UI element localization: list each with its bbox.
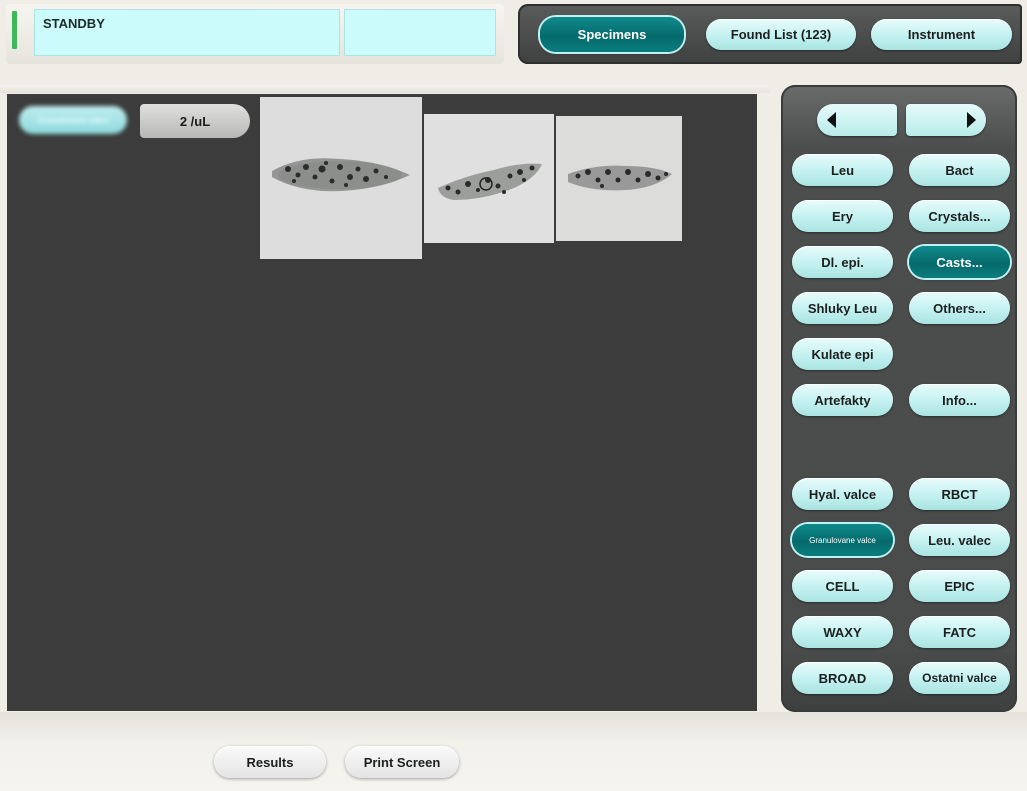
status-box-secondary: [344, 9, 496, 56]
category-button-casts[interactable]: Casts...: [909, 246, 1010, 278]
category-button-epic[interactable]: EPIC: [909, 570, 1010, 602]
category-button-broad[interactable]: BROAD: [792, 662, 893, 694]
category-button-rbct[interactable]: RBCT: [909, 478, 1010, 510]
granular-cast-image: [424, 114, 554, 243]
tab-found-list[interactable]: Found List (123): [706, 19, 856, 50]
category-button-ery[interactable]: Ery: [792, 200, 893, 232]
category-button-bact[interactable]: Bact: [909, 154, 1010, 186]
category-button-ostatni-valce[interactable]: Ostatni valce: [909, 662, 1010, 694]
specimen-image[interactable]: [556, 116, 682, 241]
category-button-hyal-valce[interactable]: Hyal. valce: [792, 478, 893, 510]
tab-specimens[interactable]: Specimens: [540, 17, 684, 52]
viewer-header-strip: [0, 85, 770, 93]
status-indicator: [12, 11, 17, 49]
category-button-cell[interactable]: CELL: [792, 570, 893, 602]
tab-instrument[interactable]: Instrument: [871, 19, 1012, 50]
category-button-artefakty[interactable]: Artefakty: [792, 384, 893, 416]
info-button[interactable]: Info...: [909, 384, 1010, 416]
category-button-crystals[interactable]: Crystals...: [909, 200, 1010, 232]
specimen-image[interactable]: [424, 114, 554, 243]
category-button-others[interactable]: Others...: [909, 292, 1010, 324]
granular-cast-image: [260, 97, 422, 259]
granular-cast-image: [556, 116, 682, 241]
category-button-shluky-leu[interactable]: Shluky Leu: [792, 292, 893, 324]
category-label: Granulovane valce: [19, 106, 127, 134]
specimen-image[interactable]: [260, 97, 422, 259]
next-page-button[interactable]: [906, 104, 986, 136]
category-button-waxy[interactable]: WAXY: [792, 616, 893, 648]
bottom-bar: [0, 712, 1027, 791]
arrow-right-icon: [967, 112, 976, 128]
category-button-granulovane-valce[interactable]: Granulovane valce: [792, 524, 893, 556]
status-text: STANDBY: [43, 16, 105, 31]
status-box: STANDBY: [34, 9, 340, 56]
category-button-fatc[interactable]: FATC: [909, 616, 1010, 648]
category-button-leu-valec[interactable]: Leu. valec: [909, 524, 1010, 556]
print-screen-button[interactable]: Print Screen: [345, 746, 459, 778]
arrow-left-icon: [827, 112, 836, 128]
concentration-value: 2 /uL: [140, 104, 250, 138]
prev-page-button[interactable]: [817, 104, 897, 136]
category-button-dl-epi[interactable]: Dl. epi.: [792, 246, 893, 278]
category-button-kulate-epi[interactable]: Kulate epi: [792, 338, 893, 370]
category-button-leu[interactable]: Leu: [792, 154, 893, 186]
results-button[interactable]: Results: [214, 746, 326, 778]
